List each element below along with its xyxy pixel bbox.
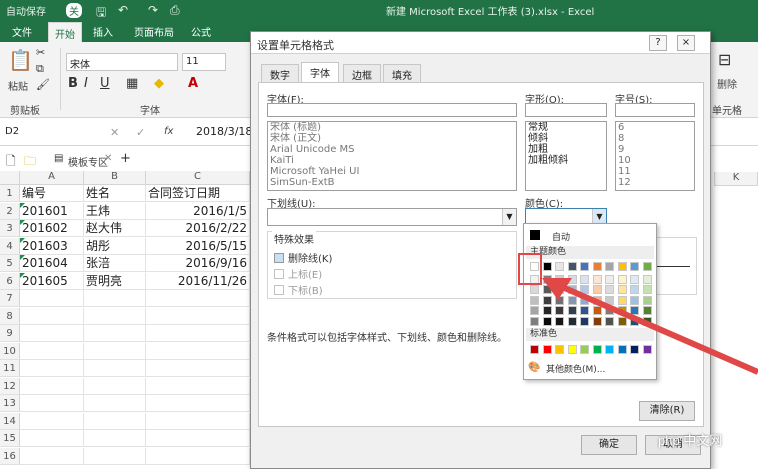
watermark: php 中文网 (658, 433, 723, 448)
annotation-arrow (542, 278, 758, 375)
arrow-shaft (558, 283, 758, 375)
